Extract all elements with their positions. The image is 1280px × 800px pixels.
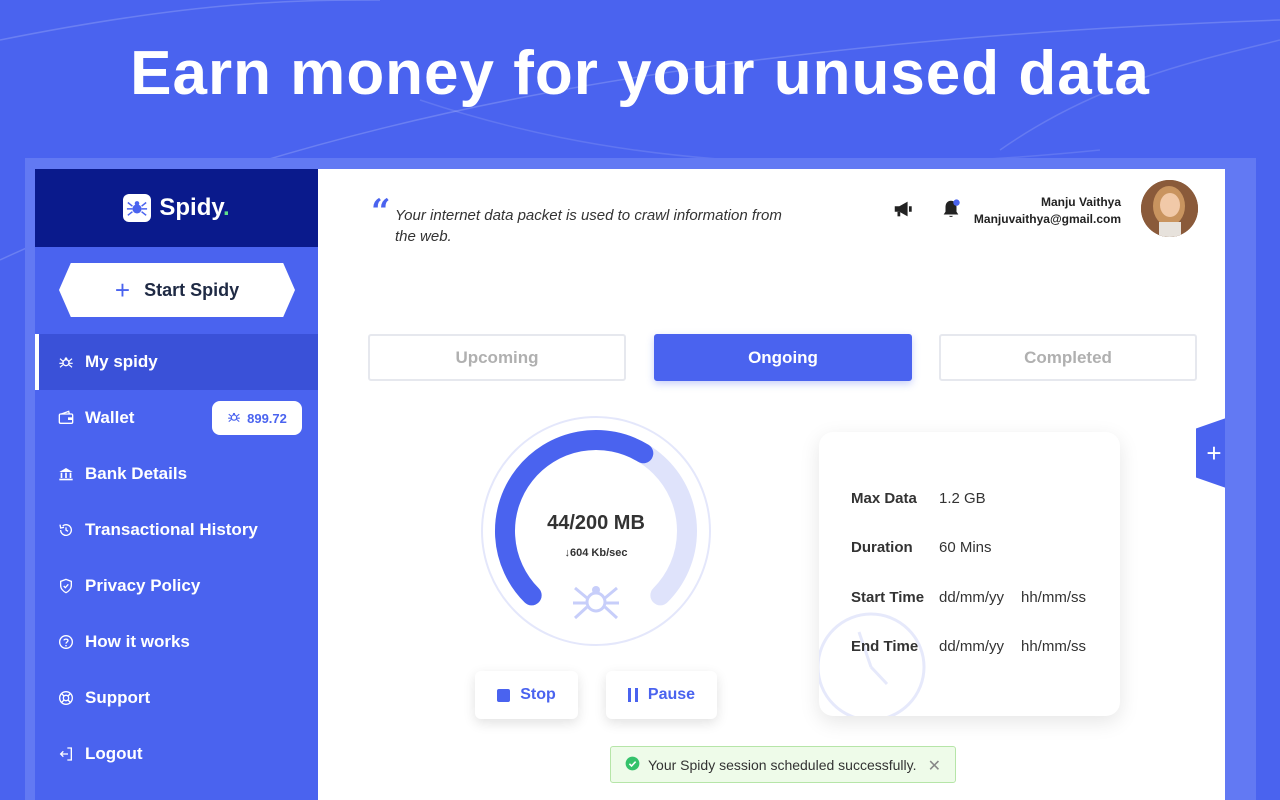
start-spidy-label: Start Spidy	[144, 279, 240, 300]
start-date-value: dd/mm/yy	[939, 589, 1005, 606]
close-icon[interactable]: ✕	[928, 756, 941, 776]
notification-bell-icon[interactable]	[938, 196, 964, 222]
question-icon	[57, 633, 75, 651]
spider-watermark-icon	[573, 586, 619, 620]
brand-dot: .	[222, 194, 230, 221]
toast-message: Your Spidy session scheduled successfull…	[648, 756, 917, 773]
tab-completed[interactable]: Completed	[939, 334, 1197, 381]
lifebuoy-icon	[57, 689, 75, 707]
max-data-row: Max Data 1.2 GB	[851, 490, 1021, 507]
sidebar-item-bank-details[interactable]: Bank Details	[35, 446, 318, 502]
quote-icon: “	[371, 192, 391, 232]
start-spidy-button[interactable]: + Start Spidy	[59, 263, 295, 317]
spider-icon	[57, 353, 75, 371]
pause-button[interactable]: Pause	[606, 671, 717, 719]
header-quote: Your internet data packet is used to cra…	[395, 207, 782, 245]
shield-icon	[57, 577, 75, 595]
app-window: Spidy. + Start Spidy My spidy Wallet 899…	[35, 169, 1225, 800]
brand: Spidy.	[35, 169, 318, 247]
start-time-value: hh/mm/ss	[1021, 589, 1087, 606]
megaphone-icon[interactable]	[890, 196, 916, 222]
duration-label: Duration	[851, 539, 913, 556]
sidebar-item-label: Wallet	[85, 408, 135, 427]
max-data-value: 1.2 GB	[939, 490, 986, 507]
duration-row: Duration 60 Mins	[851, 539, 1021, 556]
start-time-label: Start Time	[851, 589, 925, 606]
sidebar-item-label: Transactional History	[85, 520, 258, 539]
duration-value: 60 Mins	[939, 539, 992, 556]
page-headline: Earn money for your unused data	[130, 39, 1150, 108]
pause-icon	[627, 688, 638, 702]
spider-logo-icon	[123, 194, 152, 222]
sidebar-nav: My spidy Wallet 899.72 Bank Details Tran…	[35, 334, 318, 782]
sidebar-item-label: Support	[85, 688, 151, 707]
end-time-label: End Time	[851, 638, 919, 655]
sidebar-item-my-spidy[interactable]: My spidy	[35, 334, 318, 390]
sidebar-item-label: How it works	[85, 632, 190, 651]
sidebar-item-transactional-history[interactable]: Transactional History	[35, 502, 318, 558]
clock-watermark-icon	[819, 612, 926, 716]
wallet-balance: 899.72	[247, 410, 287, 426]
user-email: Manjuvaithya@gmail.com	[973, 212, 1121, 226]
stop-icon	[497, 688, 511, 702]
sidebar: Spidy. + Start Spidy My spidy Wallet 899…	[35, 169, 318, 800]
logout-icon	[57, 745, 75, 763]
sidebar-item-wallet[interactable]: Wallet 899.72	[35, 390, 318, 446]
sidebar-item-label: My spidy	[85, 352, 158, 371]
tab-ongoing[interactable]: Ongoing	[654, 334, 912, 381]
end-date-value: dd/mm/yy	[939, 638, 1005, 655]
bank-icon	[57, 465, 75, 483]
wallet-balance-badge: 899.72	[212, 401, 302, 435]
sidebar-item-label: Logout	[85, 744, 143, 763]
end-time-value: hh/mm/ss	[1021, 638, 1087, 655]
wallet-icon	[57, 409, 75, 427]
plus-icon: +	[114, 275, 131, 305]
tab-upcoming[interactable]: Upcoming	[368, 334, 626, 381]
sidebar-item-how-it-works[interactable]: How it works	[35, 614, 318, 670]
stop-label: Stop	[520, 686, 556, 703]
user-name: Manju Vaithya	[1040, 195, 1121, 209]
max-data-label: Max Data	[851, 490, 917, 507]
avatar[interactable]	[1141, 180, 1198, 237]
data-usage-value: 44/200 MB	[547, 512, 645, 534]
sidebar-item-privacy-policy[interactable]: Privacy Policy	[35, 558, 318, 614]
sidebar-item-support[interactable]: Support	[35, 670, 318, 726]
add-session-button[interactable]: +	[1196, 418, 1225, 488]
start-time-row: Start Time dd/mm/yy hh/mm/ss	[851, 589, 1086, 606]
end-time-row: End Time dd/mm/yy hh/mm/ss	[851, 638, 1086, 655]
pause-label: Pause	[647, 686, 696, 703]
check-circle-icon	[625, 756, 640, 774]
history-icon	[57, 521, 75, 539]
success-toast: Your Spidy session scheduled successfull…	[610, 746, 956, 783]
brand-name: Spidy	[159, 194, 223, 221]
session-details-card: Max Data 1.2 GB Duration 60 Mins Start T…	[819, 432, 1120, 716]
stop-button[interactable]: Stop	[475, 671, 578, 719]
sidebar-item-label: Bank Details	[85, 464, 188, 483]
sidebar-item-label: Privacy Policy	[85, 576, 201, 595]
plus-icon: +	[1206, 437, 1222, 468]
sidebar-item-logout[interactable]: Logout	[35, 726, 318, 782]
spider-icon	[227, 410, 241, 427]
download-speed: ↓604 Kb/sec	[564, 547, 628, 559]
